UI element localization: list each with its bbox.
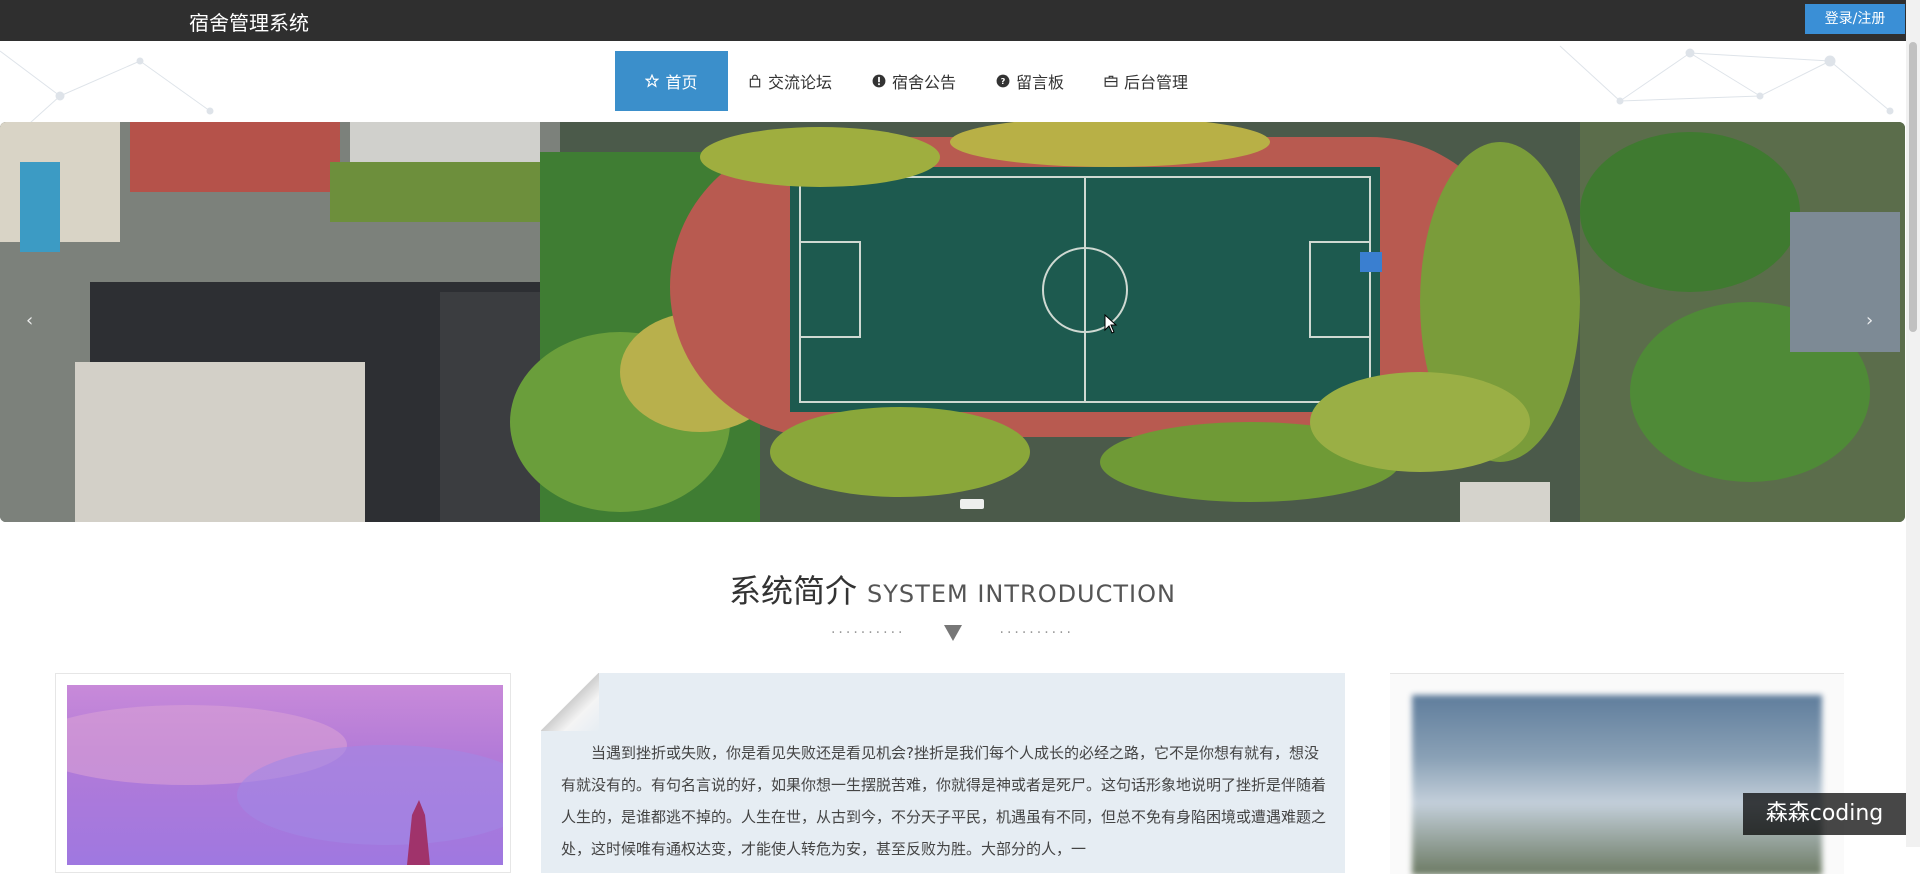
nav-item-messages[interactable]: ? 留言板 bbox=[976, 51, 1084, 111]
scrollbar[interactable] bbox=[1906, 0, 1920, 847]
intro-paragraph: 当遇到挫折或失败，你是看见失败还是看见机会?挫折是我们每个人成长的必经之路，它不… bbox=[561, 744, 1327, 858]
watermark: 森森coding bbox=[1743, 793, 1906, 835]
section-divider: ·········· ·········· bbox=[0, 623, 1905, 643]
section-title-cn: 系统简介 bbox=[729, 572, 858, 610]
intro-image-left bbox=[67, 685, 503, 865]
banner-next-arrow[interactable]: › bbox=[1866, 310, 1873, 331]
scrollbar-thumb[interactable] bbox=[1909, 42, 1917, 332]
banner-carousel[interactable]: ‹ › bbox=[0, 122, 1905, 522]
bag-icon bbox=[748, 74, 762, 88]
intro-image-card-right bbox=[1390, 673, 1844, 874]
star-icon bbox=[645, 74, 660, 88]
svg-text:?: ? bbox=[1001, 76, 1006, 86]
triangle-down-icon bbox=[943, 625, 962, 641]
nav-item-notice[interactable]: 宿舍公告 bbox=[852, 51, 976, 111]
top-bar: 宿舍管理系统 登录/注册 bbox=[0, 0, 1920, 41]
divider-dots-left: ·········· bbox=[830, 625, 906, 641]
nav-label: 首页 bbox=[665, 73, 698, 92]
login-register-button[interactable]: 登录/注册 bbox=[1805, 4, 1905, 34]
divider-dots-right: ·········· bbox=[999, 625, 1075, 641]
nav-item-admin[interactable]: 后台管理 bbox=[1084, 51, 1208, 111]
banner-indicator[interactable] bbox=[960, 499, 984, 509]
question-icon: ? bbox=[996, 74, 1010, 88]
nav-label: 宿舍公告 bbox=[892, 73, 957, 92]
section-title: 系统简介 SYSTEM INTRODUCTION bbox=[0, 566, 1905, 612]
intro-image-card-left bbox=[55, 673, 511, 873]
main-nav: 首页 交流论坛 宿舍公告 ? 留言板 后台管理 bbox=[615, 51, 1208, 111]
banner-image bbox=[0, 122, 1905, 522]
banner-prev-arrow[interactable]: ‹ bbox=[26, 310, 33, 331]
info-icon bbox=[872, 74, 886, 88]
site-title[interactable]: 宿舍管理系统 bbox=[189, 7, 309, 36]
briefcase-icon bbox=[1104, 74, 1118, 88]
nav-label: 留言板 bbox=[1016, 73, 1065, 92]
nav-label: 交流论坛 bbox=[768, 73, 833, 92]
intro-image-right bbox=[1412, 695, 1822, 874]
nav-label: 后台管理 bbox=[1124, 73, 1189, 92]
intro-text-card: 当遇到挫折或失败，你是看见失败还是看见机会?挫折是我们每个人成长的必经之路，它不… bbox=[541, 673, 1345, 873]
nav-item-home[interactable]: 首页 bbox=[615, 51, 728, 111]
nav-item-forum[interactable]: 交流论坛 bbox=[728, 51, 852, 111]
section-title-en: SYSTEM INTRODUCTION bbox=[867, 580, 1176, 608]
